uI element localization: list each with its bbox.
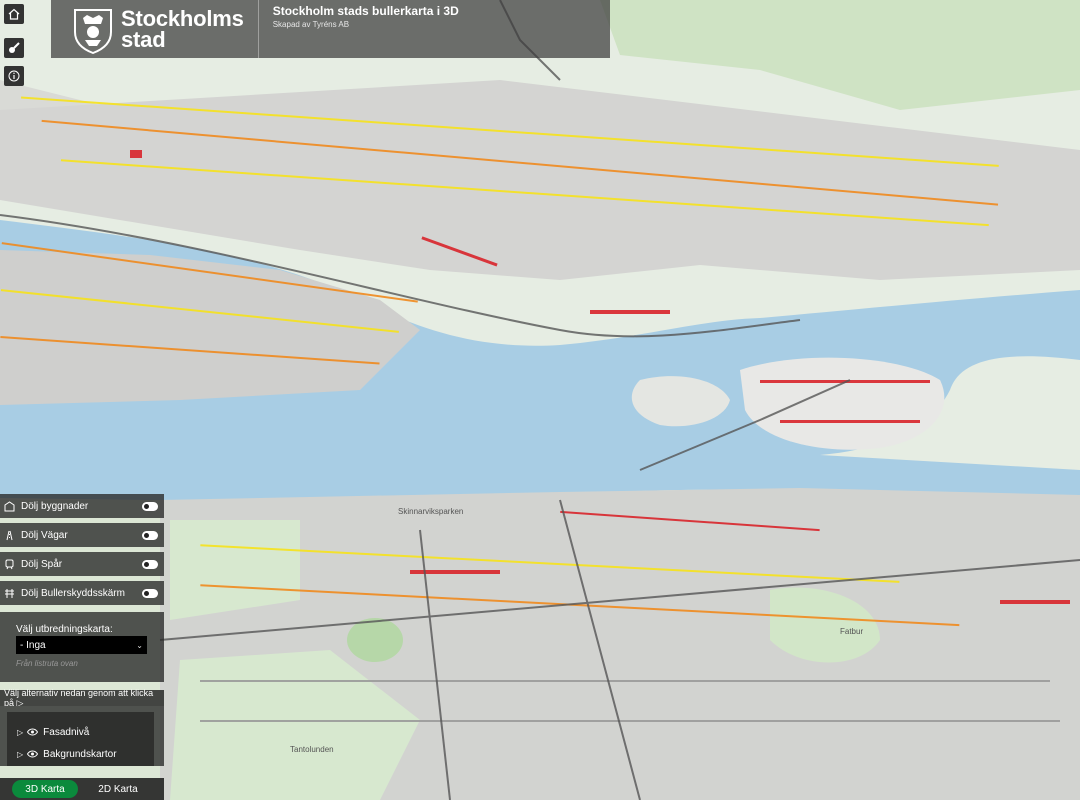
layers-list: ▷ Fasadnivå ▷ Bakgrundskartor (7, 712, 154, 766)
toggle-hide-tracks[interactable]: Dölj Spår (0, 552, 164, 576)
expand-arrow-icon[interactable]: ▷ (17, 728, 23, 737)
paint-button[interactable] (4, 38, 24, 58)
app-subtitle: Skapad av Tyréns AB (272, 20, 350, 29)
toggle-hide-roads[interactable]: Dölj Vägar (0, 523, 164, 547)
eye-icon[interactable] (27, 750, 39, 758)
toggle-label: Dölj Vägar (21, 529, 68, 541)
layers-panel: ▷ Fasadnivå ▷ Bakgrundskartor (0, 706, 164, 766)
toggle-label: Dölj byggnader (21, 500, 89, 512)
toggle-switch[interactable] (142, 588, 158, 598)
layer-label: Fasadnivå (43, 726, 90, 738)
logo-text-line1: Stockholms (121, 6, 244, 31)
toggle-switch[interactable] (142, 530, 158, 540)
home-icon (8, 8, 20, 20)
toggle-label: Dölj Spår (21, 558, 63, 570)
toggle-switch[interactable] (142, 559, 158, 569)
toggle-switch[interactable] (142, 501, 158, 511)
train-icon (4, 559, 18, 570)
expand-arrow-icon[interactable]: ▷ (17, 750, 23, 759)
layer-item-facade[interactable]: ▷ Fasadnivå (17, 725, 89, 739)
logo-text-line2: stad (121, 27, 166, 52)
spread-map-label: Välj utbredningskarta: (16, 624, 113, 635)
toggle-label: Dölj Bullerskyddsskärm (21, 587, 125, 599)
building-icon (4, 500, 18, 512)
app-header: Stockholms stad Stockholm stads bullerka… (51, 0, 610, 58)
layer-item-basemaps[interactable]: ▷ Bakgrundskartor (17, 747, 117, 761)
app-title: Stockholm stads bullerkarta i 3D (272, 4, 459, 18)
info-icon (8, 70, 20, 82)
crown-shield-icon (74, 9, 112, 54)
header-divider (257, 0, 259, 58)
park-label: Skinnarviksparken (398, 507, 463, 516)
home-button[interactable] (4, 4, 24, 24)
barrier-icon (4, 588, 18, 599)
spread-map-select[interactable]: - Inga ⌄ (16, 636, 147, 654)
toggle-hide-barriers[interactable]: Dölj Bullerskyddsskärm (0, 581, 164, 605)
tab-3d-map[interactable]: 3D Karta (12, 780, 78, 798)
road-icon (4, 530, 18, 541)
tab-2d-map[interactable]: 2D Karta (88, 780, 148, 798)
eye-icon[interactable] (27, 728, 39, 736)
fatbur-label: Fatbur (840, 627, 863, 636)
layer-label: Bakgrundskartor (43, 748, 117, 760)
spread-map-hint: Från listruta ovan (16, 659, 78, 668)
spread-map-panel: Välj utbredningskarta: - Inga ⌄ Från lis… (0, 612, 164, 682)
spread-map-value: - Inga (20, 639, 46, 651)
toggle-hide-buildings[interactable]: Dölj byggnader (0, 494, 164, 518)
stockholm-logo: Stockholms stad (71, 4, 244, 54)
chevron-down-icon: ⌄ (136, 640, 143, 650)
info-button[interactable] (4, 66, 24, 86)
choose-hint: Välj alternativ nedan genom att klicka p… (0, 688, 164, 708)
view-tabs: 3D Karta 2D Karta (0, 778, 164, 800)
street-label: Tantolunden (290, 745, 334, 754)
paint-icon (9, 42, 20, 53)
